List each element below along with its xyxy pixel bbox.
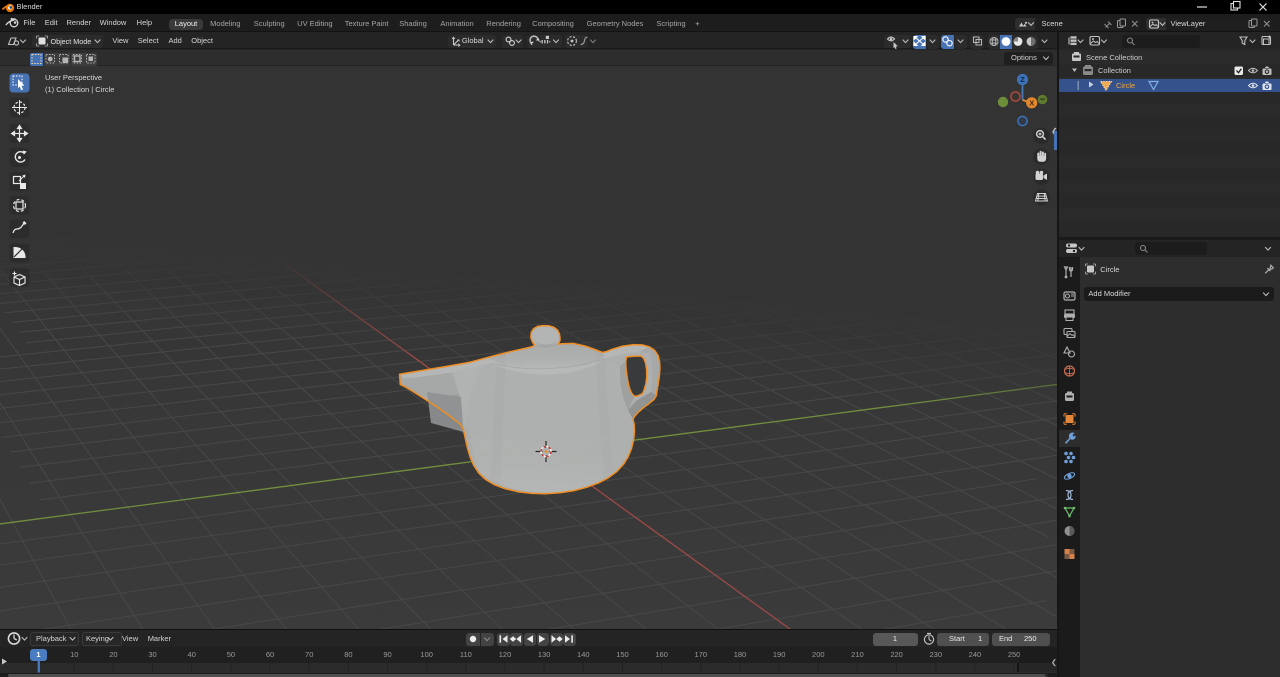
- svg-text:X: X: [1029, 99, 1034, 108]
- svg-text:Z: Z: [1020, 75, 1025, 84]
